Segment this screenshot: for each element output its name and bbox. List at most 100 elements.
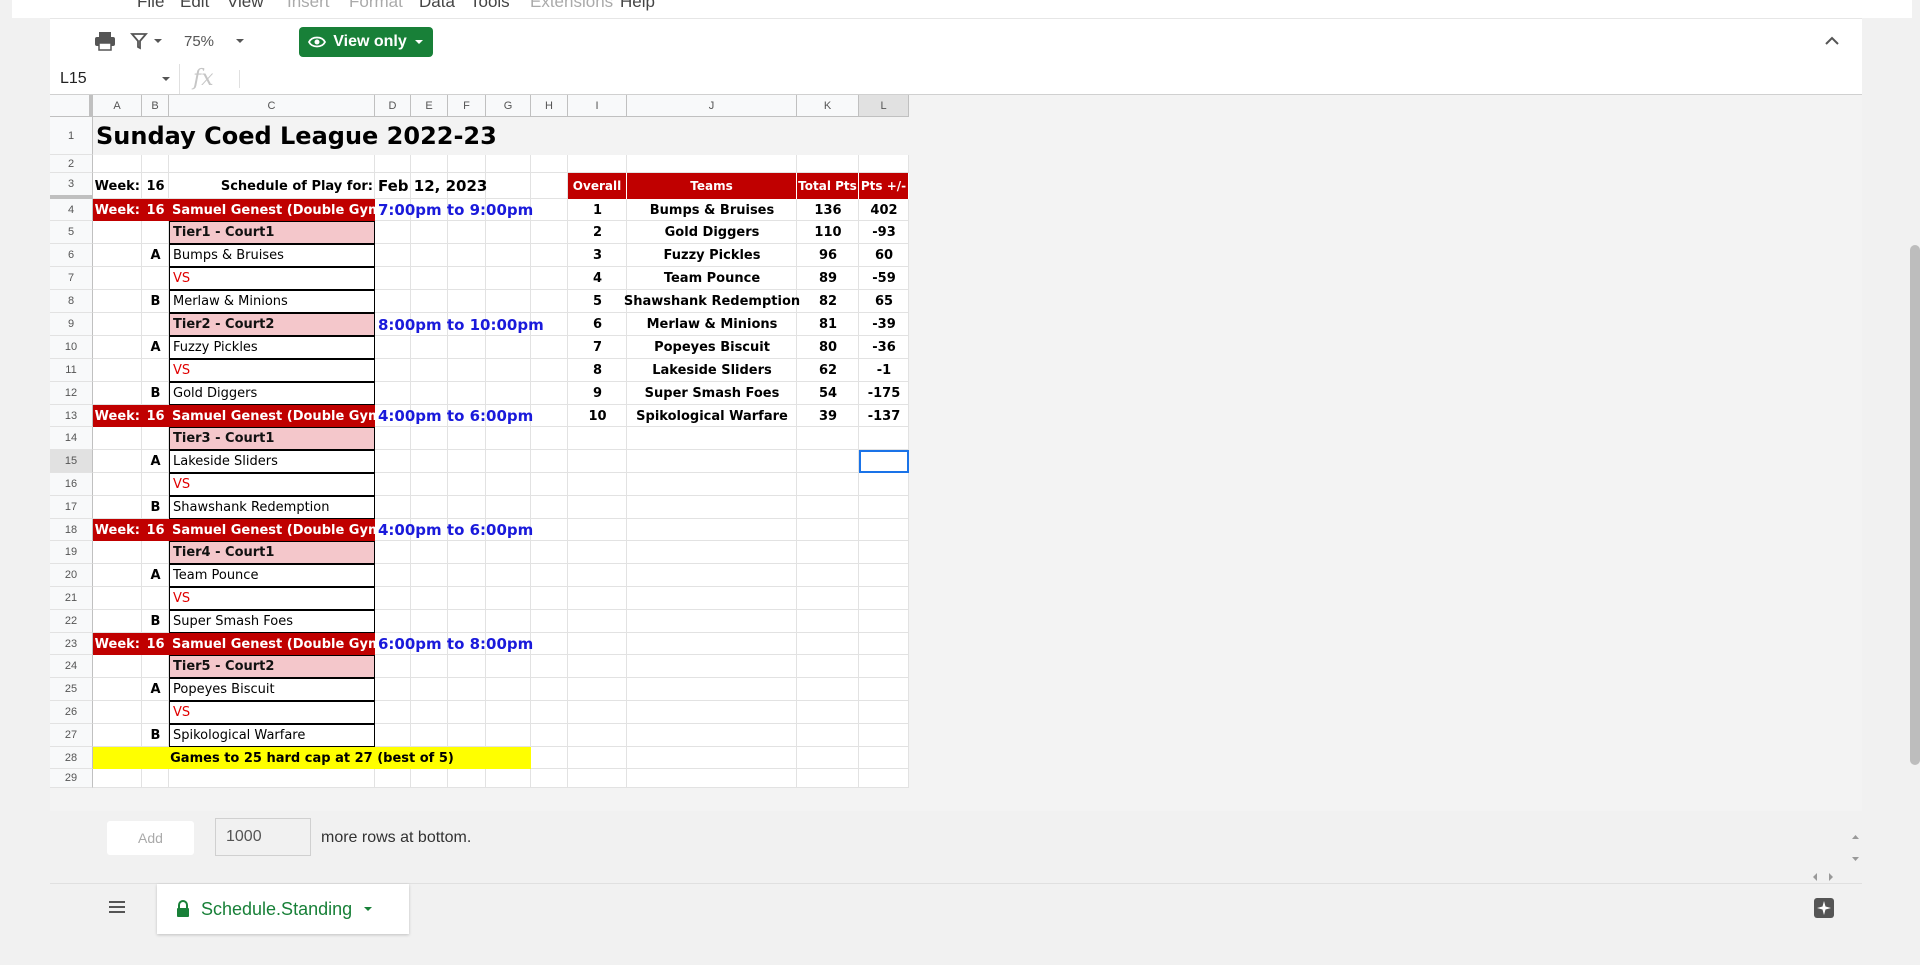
row-header-8[interactable]: 8 [50,290,93,313]
toolbar: 75% View only [50,18,1862,65]
side-b-label: B [150,294,161,309]
row-header-17[interactable]: 17 [50,496,93,519]
row-header-25[interactable]: 25 [50,678,93,701]
selected-cell-l15[interactable] [859,450,909,473]
row-header-23[interactable]: 23 [50,633,93,655]
add-rows-button[interactable]: Add [107,821,194,855]
column-header-f[interactable]: F [448,95,486,117]
zoom-value: 75% [184,32,215,50]
row-header-18[interactable]: 18 [50,519,93,541]
row-header-9[interactable]: 9 [50,313,93,336]
menu-item-extensions[interactable]: Extensions [530,0,613,12]
chevron-down-icon [162,77,170,81]
row-header-2[interactable]: 2 [50,155,93,173]
block-week-label: Week: [93,405,142,427]
name-box[interactable]: L15 [50,64,180,94]
row-header-22[interactable]: 22 [50,610,93,633]
horizontal-scroll-arrows[interactable] [1808,870,1838,882]
app-frame: File Edit View Insert Format Data Tools Extensi… [12,0,1920,965]
row-header-16[interactable]: 16 [50,473,93,496]
select-all-corner[interactable] [50,95,93,117]
row-header-26[interactable]: 26 [50,701,93,724]
chevron-down-icon [364,907,373,911]
menu-item-tools[interactable]: Tools [470,0,510,12]
row-header-10[interactable]: 10 [50,336,93,359]
zoom-select[interactable]: 75% [184,29,254,53]
schedule-label: Schedule of Play for: [220,178,373,194]
vertical-scrollbar[interactable] [1910,245,1920,765]
row-header-21[interactable]: 21 [50,587,93,610]
menu-item-format[interactable]: Format [349,0,403,12]
view-only-button[interactable]: View only [299,27,433,57]
standings-rank: 5 [592,294,603,309]
column-header-k[interactable]: K [797,95,859,117]
column-header-a[interactable]: A [93,95,142,117]
menu-item-data[interactable]: Data [419,0,455,12]
row-header-4[interactable]: 4 [50,199,93,221]
row-header-28[interactable]: 28 [50,747,93,769]
all-sheets-button[interactable] [108,899,126,920]
menu-item-edit[interactable]: Edit [180,0,209,12]
row-header-14[interactable]: 14 [50,427,93,450]
column-header-l[interactable]: L [859,95,909,117]
block-week-label: Week: [93,633,142,655]
standings-pts-diff: -1 [876,363,892,378]
column-header-c[interactable]: C [169,95,375,117]
block-venue: Samuel Genest (Double Gym) [169,633,387,655]
rows-count-input[interactable]: 1000 [215,818,311,856]
row-header-24[interactable]: 24 [50,655,93,678]
standings-rank: 2 [592,225,603,240]
block-week-value: 16 [142,519,169,541]
block-time: 4:00pm to 6:00pm [378,521,534,539]
row-header-29[interactable]: 29 [50,769,93,788]
team-a: Fuzzy Pickles [169,336,375,359]
standings-rank: 1 [592,202,603,218]
column-header-e[interactable]: E [411,95,448,117]
row-header-27[interactable]: 27 [50,724,93,747]
side-a-label: A [150,340,161,355]
team-a: Bumps & Bruises [169,244,375,267]
row-header-11[interactable]: 11 [50,359,93,382]
row-header-5[interactable]: 5 [50,221,93,244]
menu-item-file[interactable]: File [137,0,164,12]
row-header-15[interactable]: 15 [50,450,93,473]
print-button[interactable] [94,29,116,53]
block-week-value: 16 [142,199,169,221]
column-header-j[interactable]: J [627,95,797,117]
collapse-toolbar-button[interactable] [1824,29,1840,53]
standings-header: Teams [627,173,797,199]
standings-team: Gold Diggers [664,225,760,240]
vs-label: VS [169,701,375,724]
row-header-7[interactable]: 7 [50,267,93,290]
tab-schedule-standing[interactable]: Schedule.Standing [157,884,409,934]
standings-pts-diff: -93 [872,225,896,240]
vertical-scroll-arrows[interactable] [1849,830,1862,866]
standings-total-pts: 136 [814,202,842,218]
standings-total-pts: 62 [818,363,838,378]
row-header-3[interactable]: 3 [50,173,93,199]
filter-button[interactable] [130,29,164,53]
row-header-19[interactable]: 19 [50,541,93,564]
column-header-g[interactable]: G [486,95,531,117]
menu-item-view[interactable]: View [227,0,264,12]
column-header-h[interactable]: H [531,95,568,117]
column-header-i[interactable]: I [568,95,627,117]
vs-label: VS [169,473,375,496]
menu-item-help[interactable]: Help [620,0,655,12]
eye-icon [308,36,327,48]
row-header-1[interactable]: 1 [50,117,93,155]
row-header-13[interactable]: 13 [50,405,93,427]
column-header-d[interactable]: D [375,95,411,117]
standings-header: Pts +/- [859,173,909,199]
menu-bar: File Edit View Insert Format Data Tools Extensi… [12,0,1912,18]
row-header-20[interactable]: 20 [50,564,93,587]
row-header-12[interactable]: 12 [50,382,93,405]
column-header-b[interactable]: B [142,95,169,117]
block-time: 7:00pm to 9:00pm [378,201,534,219]
schedule-date: Feb 12, 2023 [378,177,488,195]
tier-time: 8:00pm to 10:00pm [378,315,544,334]
explore-button[interactable] [1813,897,1835,924]
row-header-6[interactable]: 6 [50,244,93,267]
spreadsheet-grid: A B C D E F G H I J K L 1 2 3 4 5 6 7 8 9 10 11 12 13 14 15 16 17 18 1… [50,95,1862,811]
menu-item-insert[interactable]: Insert [287,0,330,12]
